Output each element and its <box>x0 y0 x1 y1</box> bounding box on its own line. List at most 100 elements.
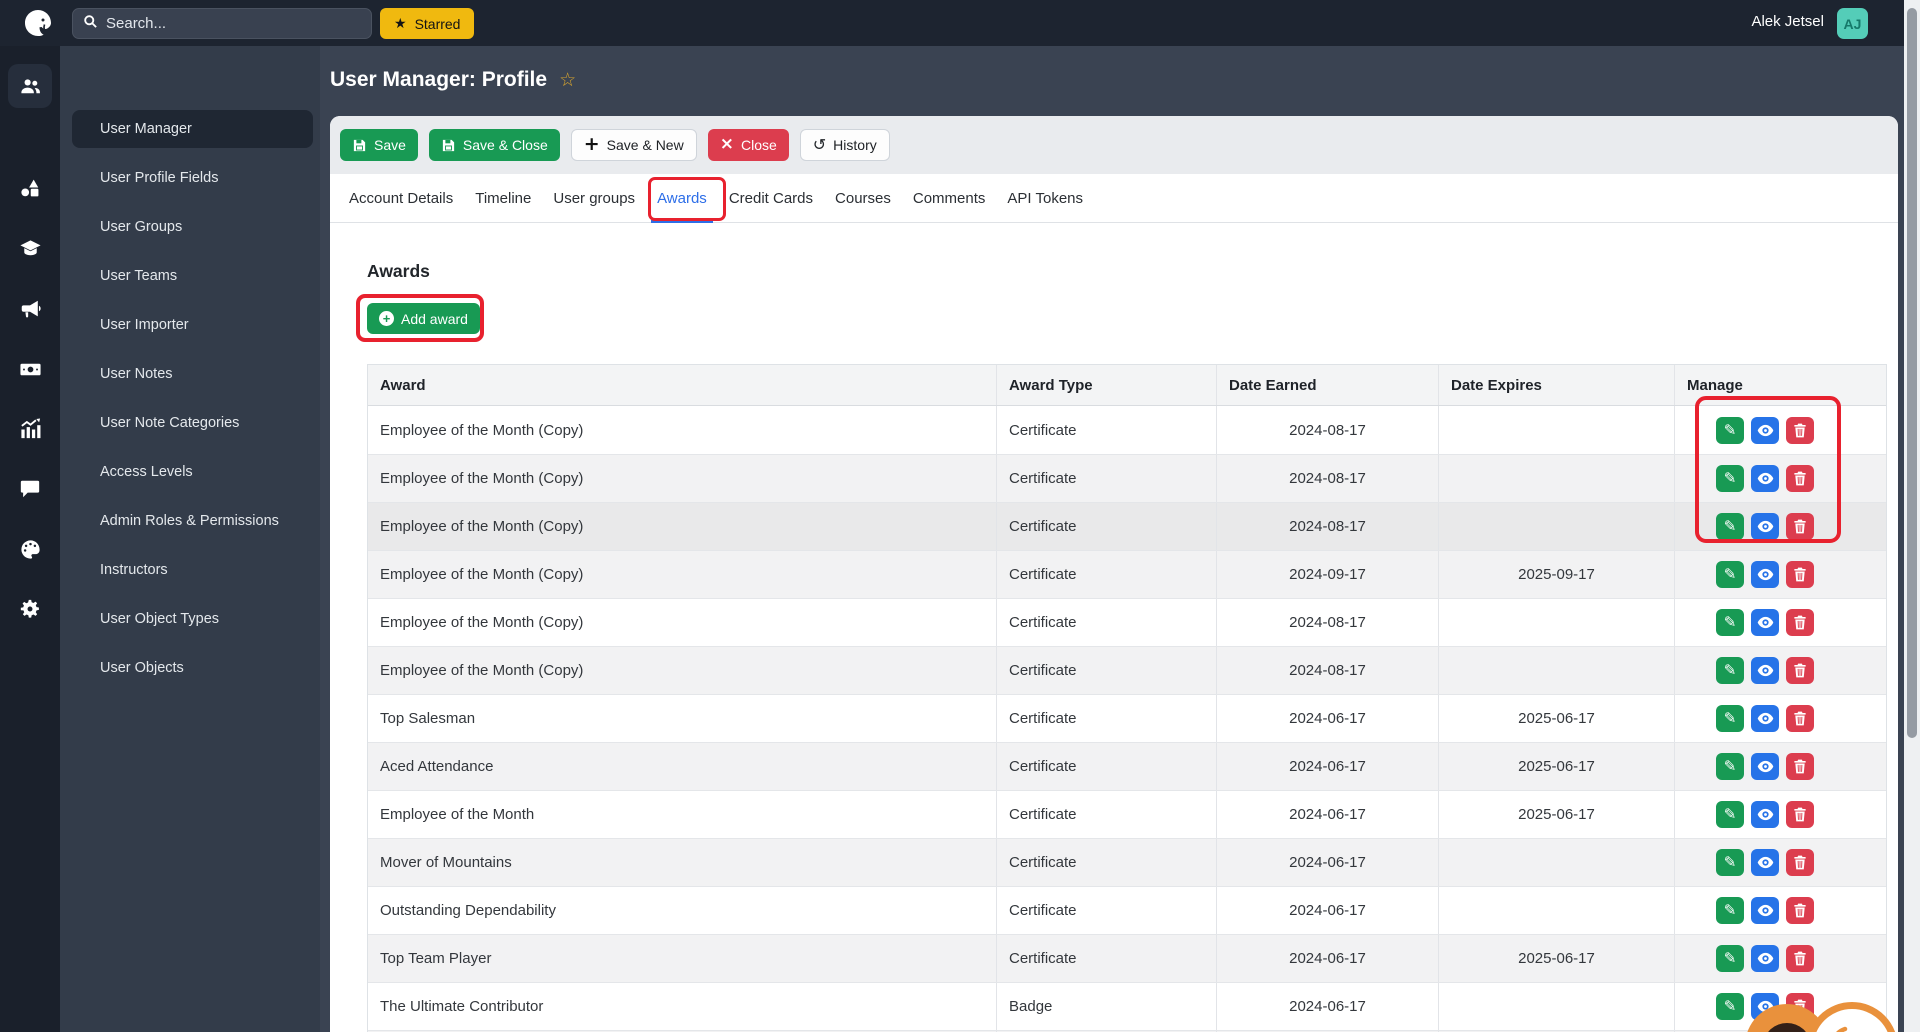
edit-button[interactable]: ✎ <box>1716 849 1744 876</box>
edit-button[interactable]: ✎ <box>1716 753 1744 780</box>
edit-button[interactable]: ✎ <box>1716 609 1744 636</box>
history-button[interactable]: ↺ History <box>799 129 890 161</box>
tab-user-groups[interactable]: User groups <box>542 174 646 222</box>
delete-button[interactable] <box>1786 705 1814 732</box>
tab-timeline[interactable]: Timeline <box>464 174 542 222</box>
cell-date-expires <box>1438 887 1674 934</box>
view-button[interactable] <box>1751 561 1779 588</box>
rail-chat-bubble-icon[interactable] <box>8 467 52 511</box>
save-and-close-button[interactable]: Save & Close <box>428 129 560 161</box>
save-button[interactable]: Save <box>340 129 418 161</box>
edit-button[interactable]: ✎ <box>1716 416 1744 444</box>
rail-money-icon[interactable] <box>8 347 52 391</box>
tab-awards[interactable]: Awards <box>646 174 718 223</box>
cell-award-type: Certificate <box>996 551 1216 598</box>
cell-award-type: Certificate <box>996 406 1216 454</box>
edit-button[interactable]: ✎ <box>1716 657 1744 684</box>
delete-button[interactable] <box>1786 801 1814 828</box>
column-header-date-earned: Date Earned <box>1216 365 1438 405</box>
rail-shapes-icon[interactable] <box>8 166 52 210</box>
cell-award: Aced Attendance <box>380 758 494 775</box>
cell-manage: ✎ <box>1674 935 1888 982</box>
sidebar-item-admin-roles-permissions[interactable]: Admin Roles & Permissions <box>72 502 313 540</box>
view-button[interactable] <box>1751 513 1779 540</box>
starred-button[interactable]: ★ Starred <box>380 8 475 39</box>
view-button[interactable] <box>1751 705 1779 732</box>
cell-award-type: Certificate <box>996 935 1216 982</box>
save-and-new-button[interactable]: + Save & New <box>570 129 697 161</box>
delete-button[interactable] <box>1786 513 1814 540</box>
cell-date-earned: 2024-06-17 <box>1216 935 1438 982</box>
save-label: Save <box>374 137 406 153</box>
table-row: Top Salesman Certificate 2024-06-17 2025-06… <box>368 694 1886 742</box>
pencil-icon: ✎ <box>1723 613 1737 631</box>
cell-date-earned: 2024-06-17 <box>1216 839 1438 886</box>
edit-button[interactable]: ✎ <box>1716 801 1744 828</box>
rail-megaphone-icon[interactable] <box>8 287 52 331</box>
favorite-star-icon[interactable]: ☆ <box>559 70 576 90</box>
view-button[interactable] <box>1751 465 1779 492</box>
avatar[interactable]: AJ <box>1837 8 1868 39</box>
add-award-button[interactable]: + Add award <box>367 303 480 334</box>
sidebar-item-user-importer[interactable]: User Importer <box>72 306 313 344</box>
edit-button[interactable]: ✎ <box>1716 945 1744 972</box>
cell-manage: ✎ <box>1674 695 1888 742</box>
sidebar-item-user-note-categories[interactable]: User Note Categories <box>72 404 313 442</box>
tab-api-tokens[interactable]: API Tokens <box>996 174 1094 222</box>
sidebar-item-user-manager[interactable]: User Manager <box>72 110 313 148</box>
view-button[interactable] <box>1751 849 1779 876</box>
pencil-icon: ✎ <box>1723 997 1737 1015</box>
tab-credit-cards[interactable]: Credit Cards <box>718 174 824 222</box>
delete-button[interactable] <box>1786 465 1814 492</box>
rail-graduation-cap-icon[interactable] <box>8 226 52 270</box>
edit-button[interactable]: ✎ <box>1716 705 1744 732</box>
rail-users-icon[interactable] <box>8 64 52 108</box>
sidebar-item-user-objects[interactable]: User Objects <box>72 649 313 687</box>
view-button[interactable] <box>1751 945 1779 972</box>
sidebar-item-access-levels[interactable]: Access Levels <box>72 453 313 491</box>
view-button[interactable] <box>1751 416 1779 444</box>
sidebar-item-user-groups[interactable]: User Groups <box>72 208 313 246</box>
view-button[interactable] <box>1751 897 1779 924</box>
cell-date-earned: 2024-08-17 <box>1216 406 1438 454</box>
tab-account-details[interactable]: Account Details <box>338 174 464 222</box>
edit-button[interactable]: ✎ <box>1716 897 1744 924</box>
delete-button[interactable] <box>1786 849 1814 876</box>
view-button[interactable] <box>1751 609 1779 636</box>
sidebar-item-user-profile-fields[interactable]: User Profile Fields <box>72 159 313 197</box>
delete-button[interactable] <box>1786 416 1814 444</box>
edit-button[interactable]: ✎ <box>1716 993 1744 1020</box>
sidebar-item-user-teams[interactable]: User Teams <box>72 257 313 295</box>
rail-gear-icon[interactable] <box>8 587 52 631</box>
cell-award-type: Certificate <box>996 599 1216 646</box>
view-button[interactable] <box>1751 801 1779 828</box>
delete-button[interactable] <box>1786 753 1814 780</box>
save-icon <box>441 138 456 153</box>
close-button[interactable]: × Close <box>707 129 789 161</box>
edit-button[interactable]: ✎ <box>1716 561 1744 588</box>
cell-date-expires <box>1438 406 1674 454</box>
edit-button[interactable]: ✎ <box>1716 465 1744 492</box>
tab-courses[interactable]: Courses <box>824 174 902 222</box>
sidebar-item-user-notes[interactable]: User Notes <box>72 355 313 393</box>
view-button[interactable] <box>1751 657 1779 684</box>
awards-table: Award Award Type Date Earned Date Expire… <box>367 364 1887 1032</box>
rail-bar-chart-icon[interactable] <box>8 407 52 451</box>
rail-palette-icon[interactable] <box>8 527 52 571</box>
edit-button[interactable]: ✎ <box>1716 513 1744 540</box>
delete-button[interactable] <box>1786 945 1814 972</box>
sidebar-item-instructors[interactable]: Instructors <box>72 551 313 589</box>
view-button[interactable] <box>1751 753 1779 780</box>
delete-button[interactable] <box>1786 561 1814 588</box>
icon-rail <box>0 46 60 1032</box>
delete-button[interactable] <box>1786 609 1814 636</box>
scrollbar-track[interactable] <box>1904 0 1920 1032</box>
scrollbar-thumb[interactable] <box>1907 8 1917 738</box>
delete-button[interactable] <box>1786 897 1814 924</box>
search-input[interactable] <box>106 15 361 32</box>
sidebar-item-user-object-types[interactable]: User Object Types <box>72 600 313 638</box>
starred-label: Starred <box>414 15 461 32</box>
delete-button[interactable] <box>1786 657 1814 684</box>
tab-comments[interactable]: Comments <box>902 174 997 222</box>
logo-elephant-icon[interactable] <box>22 7 54 39</box>
